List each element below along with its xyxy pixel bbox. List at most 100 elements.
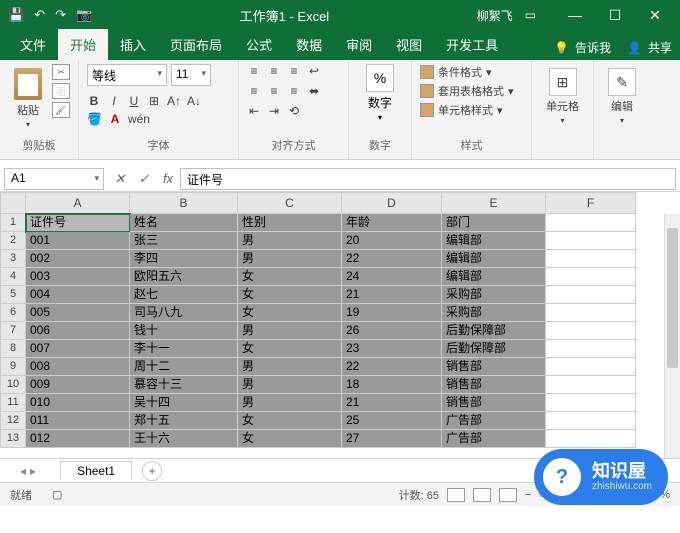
cell[interactable]: 女 <box>238 304 342 322</box>
minimize-button[interactable]: — <box>558 0 592 30</box>
cell[interactable] <box>546 340 636 358</box>
cell[interactable]: 男 <box>238 394 342 412</box>
cell[interactable]: 008 <box>26 358 130 376</box>
align-top-icon[interactable]: ≡ <box>247 64 261 78</box>
tab-pagelayout[interactable]: 页面布局 <box>158 29 234 60</box>
cell[interactable]: 销售部 <box>442 394 546 412</box>
share-icon[interactable]: 👤 <box>627 41 642 55</box>
tellme-button[interactable]: 告诉我 <box>575 39 611 56</box>
cell[interactable]: 编辑部 <box>442 268 546 286</box>
wrap-text-icon[interactable]: ↩ <box>307 64 321 78</box>
tab-data[interactable]: 数据 <box>284 29 334 60</box>
cell[interactable]: 欧阳五六 <box>130 268 238 286</box>
save-icon[interactable]: 💾 <box>8 7 24 23</box>
cell[interactable]: 26 <box>342 322 442 340</box>
cell[interactable]: 采购部 <box>442 286 546 304</box>
zoom-out-icon[interactable]: − <box>525 489 531 501</box>
phonetic-button[interactable]: wén <box>128 112 150 126</box>
tab-view[interactable]: 视图 <box>384 29 434 60</box>
tab-insert[interactable]: 插入 <box>108 29 158 60</box>
row-header[interactable]: 3 <box>0 250 26 268</box>
row-header[interactable]: 8 <box>0 340 26 358</box>
format-as-table-button[interactable]: 套用表格格式 ▾ <box>420 83 514 99</box>
cell[interactable] <box>546 322 636 340</box>
cell[interactable]: 姓名 <box>130 214 238 232</box>
cell[interactable]: 销售部 <box>442 358 546 376</box>
cell[interactable]: 010 <box>26 394 130 412</box>
tab-review[interactable]: 审阅 <box>334 29 384 60</box>
cell[interactable]: 19 <box>342 304 442 322</box>
cell[interactable]: 21 <box>342 286 442 304</box>
decrease-font-icon[interactable]: A↓ <box>187 94 201 108</box>
cell[interactable]: 销售部 <box>442 376 546 394</box>
cell[interactable]: 27 <box>342 430 442 448</box>
normal-view-icon[interactable] <box>447 488 465 502</box>
cell[interactable]: 编辑部 <box>442 232 546 250</box>
sheet-nav-prev-icon[interactable]: ◂ <box>20 464 26 478</box>
merge-icon[interactable]: ⬌ <box>307 84 321 98</box>
cell[interactable]: 24 <box>342 268 442 286</box>
col-header[interactable]: D <box>342 192 442 214</box>
cell[interactable]: 011 <box>26 412 130 430</box>
font-name-combo[interactable]: 等线 <box>87 64 167 86</box>
cell-styles-button[interactable]: 单元格样式 ▾ <box>420 102 514 118</box>
cell[interactable]: 采购部 <box>442 304 546 322</box>
cell[interactable]: 004 <box>26 286 130 304</box>
cell[interactable] <box>546 394 636 412</box>
cell[interactable]: 吴十四 <box>130 394 238 412</box>
cell[interactable]: 张三 <box>130 232 238 250</box>
conditional-formatting-button[interactable]: 条件格式 ▾ <box>420 64 514 80</box>
cell[interactable] <box>546 286 636 304</box>
cell[interactable]: 赵七 <box>130 286 238 304</box>
cell[interactable]: 20 <box>342 232 442 250</box>
name-box[interactable]: A1 <box>4 168 104 190</box>
cell[interactable]: 22 <box>342 250 442 268</box>
col-header[interactable]: A <box>26 192 130 214</box>
cell[interactable] <box>546 250 636 268</box>
paste-button[interactable]: 粘贴▾ <box>8 64 48 133</box>
copy-icon[interactable]: ⿻ <box>52 83 70 99</box>
undo-icon[interactable]: ↶ <box>34 7 45 23</box>
cell[interactable]: 李十一 <box>130 340 238 358</box>
cell[interactable]: 003 <box>26 268 130 286</box>
pagelayout-view-icon[interactable] <box>473 488 491 502</box>
cell[interactable]: 男 <box>238 376 342 394</box>
cell[interactable]: 012 <box>26 430 130 448</box>
border-button[interactable]: ⊞ <box>147 94 161 108</box>
fill-color-button[interactable]: 🪣 <box>87 112 102 126</box>
cell[interactable]: 男 <box>238 250 342 268</box>
select-all-corner[interactable] <box>0 192 26 214</box>
camera-icon[interactable]: 📷 <box>76 7 92 23</box>
cell[interactable]: 司马八九 <box>130 304 238 322</box>
close-button[interactable]: ✕ <box>638 0 672 30</box>
italic-button[interactable]: I <box>107 94 121 108</box>
sheet-tab[interactable]: Sheet1 <box>60 461 132 480</box>
cell[interactable] <box>546 376 636 394</box>
col-header[interactable]: C <box>238 192 342 214</box>
align-left-icon[interactable]: ≡ <box>247 84 261 98</box>
increase-font-icon[interactable]: A↑ <box>167 94 181 108</box>
row-header[interactable]: 11 <box>0 394 26 412</box>
cell[interactable]: 女 <box>238 340 342 358</box>
pagebreak-view-icon[interactable] <box>499 488 517 502</box>
tab-formulas[interactable]: 公式 <box>234 29 284 60</box>
cell[interactable]: 005 <box>26 304 130 322</box>
align-bottom-icon[interactable]: ≡ <box>287 64 301 78</box>
cell[interactable]: 广告部 <box>442 412 546 430</box>
cell[interactable]: 慕容十三 <box>130 376 238 394</box>
format-painter-icon[interactable]: 🖌 <box>52 102 70 118</box>
cell[interactable]: 后勤保障部 <box>442 340 546 358</box>
cell[interactable]: 男 <box>238 322 342 340</box>
cell[interactable]: 23 <box>342 340 442 358</box>
share-button[interactable]: 共享 <box>648 39 672 56</box>
cell[interactable]: 李四 <box>130 250 238 268</box>
row-header[interactable]: 6 <box>0 304 26 322</box>
cell[interactable]: 男 <box>238 232 342 250</box>
redo-icon[interactable]: ↷ <box>55 7 66 23</box>
cell[interactable]: 009 <box>26 376 130 394</box>
col-header[interactable]: F <box>546 192 636 214</box>
row-header[interactable]: 4 <box>0 268 26 286</box>
cell[interactable] <box>546 358 636 376</box>
cell[interactable]: 王十六 <box>130 430 238 448</box>
cells-button[interactable]: ⊞单元格▾ <box>540 64 585 129</box>
